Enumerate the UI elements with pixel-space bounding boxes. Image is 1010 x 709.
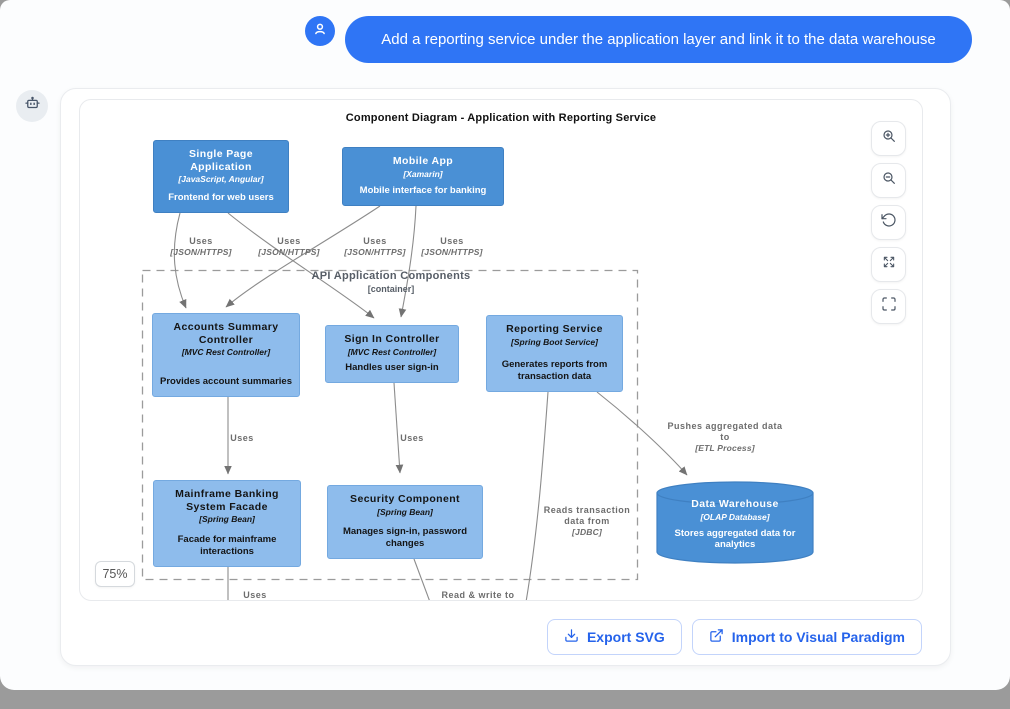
download-icon [564, 628, 579, 646]
edge-label: Uses [212, 433, 272, 444]
reset-view-button[interactable] [871, 205, 906, 240]
edge-label: Uses [382, 433, 442, 444]
edge-label: Reads transaction data from[JDBC] [533, 505, 641, 537]
expand-arrows-icon [881, 254, 897, 275]
zoom-level-badge: 75% [95, 561, 135, 587]
zoom-out-icon [881, 170, 897, 191]
node-mainframe-banking-system-facade: Mainframe Banking System Facade [Spring … [153, 480, 301, 567]
node-reporting-service: Reporting Service [Spring Boot Service] … [486, 315, 623, 392]
zoom-in-button[interactable] [871, 121, 906, 156]
edge-label: Read & write to [428, 590, 528, 601]
user-message-bubble: Add a reporting service under the applic… [345, 16, 972, 63]
person-icon [311, 20, 329, 43]
edge-label: Uses[JSON/HTTPS] [407, 236, 497, 257]
footer-actions: Export SVG Import to Visual Paradigm [547, 619, 922, 655]
container-label: API Application Components [266, 270, 516, 282]
fullscreen-button[interactable] [871, 289, 906, 324]
zoom-in-icon [881, 128, 897, 149]
edge-label: Uses [225, 590, 285, 601]
external-link-icon [709, 628, 724, 646]
app-window: Add a reporting service under the applic… [0, 0, 1010, 690]
node-security-component: Security Component [Spring Bean] Manages… [327, 485, 483, 559]
edge-label: Pushes aggregated data to[ETL Process] [667, 421, 783, 453]
robot-icon [23, 94, 42, 118]
container-sublabel: [container] [266, 284, 516, 294]
node-accounts-summary-controller: Accounts Summary Controller [MVC Rest Co… [152, 313, 300, 397]
import-to-visual-paradigm-button[interactable]: Import to Visual Paradigm [692, 619, 922, 655]
node-single-page-application: Single Page Application [JavaScript, Ang… [153, 140, 289, 213]
zoom-out-button[interactable] [871, 163, 906, 198]
canvas-controls [871, 121, 906, 324]
edge-label: Uses[JSON/HTTPS] [244, 236, 334, 257]
expand-button[interactable] [871, 247, 906, 282]
node-mobile-app: Mobile App [Xamarin] Mobile interface fo… [342, 147, 504, 206]
fullscreen-icon [881, 296, 897, 317]
rotate-ccw-icon [881, 212, 897, 233]
diagram-card: Component Diagram - Application with Rep… [60, 88, 951, 666]
bot-avatar [16, 90, 48, 122]
export-svg-button[interactable]: Export SVG [547, 619, 682, 655]
user-avatar [305, 16, 335, 46]
edge-label: Uses[JSON/HTTPS] [156, 236, 246, 257]
node-data-warehouse: Data Warehouse [OLAP Database] Stores ag… [657, 492, 813, 550]
node-sign-in-controller: Sign In Controller [MVC Rest Controller]… [325, 325, 459, 383]
diagram-canvas[interactable]: Component Diagram - Application with Rep… [79, 99, 923, 601]
